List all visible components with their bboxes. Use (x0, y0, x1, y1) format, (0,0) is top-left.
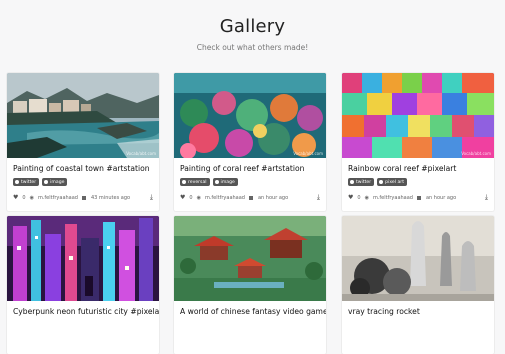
card-title[interactable]: Cyberpunk neon futuristic city #pixelart (13, 307, 159, 316)
download-icon[interactable]: ⤓ (317, 193, 320, 202)
download-icon[interactable]: ⤓ (150, 193, 153, 202)
page-title: Gallery (219, 16, 286, 37)
card-title[interactable]: Painting of coastal town #artstation (13, 164, 150, 173)
tag-badge[interactable]: reversal (180, 178, 210, 186)
tag-badge[interactable]: image (212, 178, 238, 186)
page-subtitle: Check out what others made! (196, 43, 309, 52)
card-image[interactable] (7, 216, 159, 301)
card-title[interactable]: Rainbow coral reef #pixelart (348, 164, 456, 173)
tag-badge[interactable]: pixel art (377, 178, 407, 186)
username[interactable]: m.feltfryaahaad (373, 195, 413, 201)
card-image[interactable] (342, 216, 494, 301)
page-header: Gallery Check out what others made! (0, 0, 505, 52)
timestamp: an hour ago (425, 194, 457, 201)
gallery-card[interactable]: Vocab/abt.com Painting of coral reef #ar… (174, 73, 326, 211)
download-icon[interactable]: ⤓ (485, 193, 488, 202)
watermark: Vocab/abt.com (461, 151, 491, 156)
tag-icon (182, 180, 186, 184)
tag-icon (350, 180, 354, 184)
username[interactable]: m.feltfryaahaad (38, 195, 78, 201)
tag-icon (15, 180, 19, 184)
card-meta: ♥ 0 ◉ m.feltfryaahaad 43 minutes ago ⤓ (13, 193, 153, 202)
calendar-icon (81, 195, 86, 200)
heart-icon[interactable]: ♥ (348, 194, 353, 201)
card-title[interactable]: A world of chinese fantasy video game (180, 307, 326, 316)
gallery-card[interactable]: A world of chinese fantasy video game (174, 216, 326, 354)
heart-icon[interactable]: ♥ (180, 194, 185, 201)
tag-badge[interactable]: image (42, 178, 68, 186)
card-meta: ♥ 0 ◉ m.feltfryaahaad an hour ago ⤓ (348, 193, 488, 202)
gallery-card[interactable]: Cyberpunk neon futuristic city #pixelart (7, 216, 159, 354)
card-image[interactable]: Vocab/abt.com (7, 73, 159, 158)
tag-badge[interactable]: twitter (13, 178, 40, 186)
card-image[interactable]: Vocab/abt.com (342, 73, 494, 158)
user-icon: ◉ (364, 194, 369, 201)
tag-icon (214, 180, 219, 184)
gallery-card[interactable]: Vocab/abt.com Painting of coastal town #… (7, 73, 159, 211)
card-title[interactable]: Painting of coral reef #artstation (180, 164, 304, 173)
username[interactable]: m.feltfryaahaad (205, 195, 245, 201)
card-title[interactable]: vray tracing rocket (348, 307, 420, 316)
timestamp: an hour ago (257, 194, 289, 201)
like-count: 0 (189, 194, 193, 201)
tag-badge[interactable]: twitter (348, 178, 375, 186)
watermark: Vocab/abt.com (126, 151, 156, 156)
tag-icon (44, 180, 49, 184)
user-icon: ◉ (196, 194, 201, 201)
watermark: Vocab/abt.com (293, 151, 323, 156)
timestamp: 43 minutes ago (90, 194, 131, 201)
gallery-card[interactable]: vray tracing rocket (342, 216, 494, 354)
user-icon: ◉ (29, 194, 34, 201)
card-meta: ♥ 0 ◉ m.feltfryaahaad an hour ago ⤓ (180, 193, 320, 202)
card-image[interactable] (174, 216, 326, 301)
tag-icon (379, 180, 384, 184)
heart-icon[interactable]: ♥ (13, 194, 18, 201)
card-image[interactable]: Vocab/abt.com (174, 73, 326, 158)
card-tags: reversal image (180, 178, 238, 186)
calendar-icon (248, 195, 253, 200)
calendar-icon (416, 195, 421, 200)
card-tags: twitter image (13, 178, 68, 186)
like-count: 0 (22, 194, 26, 201)
gallery-card[interactable]: Vocab/abt.com Rainbow coral reef #pixela… (342, 73, 494, 211)
like-count: 0 (357, 194, 361, 201)
card-tags: twitter pixel art (348, 178, 407, 186)
